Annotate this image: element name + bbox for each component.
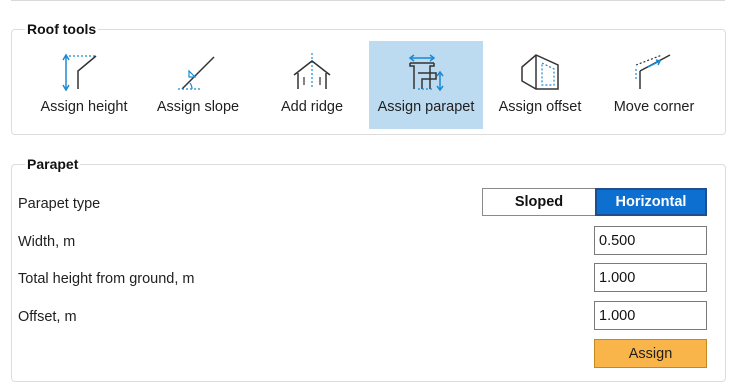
width-label: Width, m xyxy=(18,234,76,250)
offset-input[interactable] xyxy=(594,301,707,330)
assign-slope-tool[interactable]: Assign slope xyxy=(141,41,255,129)
offset-label: Offset, m xyxy=(18,309,77,325)
move-corner-tool[interactable]: Move corner xyxy=(597,41,711,129)
assign-button[interactable]: Assign xyxy=(594,339,707,368)
tool-label: Assign height xyxy=(40,99,128,115)
roof-tools-title: Roof tools xyxy=(25,21,99,37)
tool-label: Assign offset xyxy=(498,99,582,115)
assign-height-tool[interactable]: Assign height xyxy=(27,41,141,129)
horizontal-option-button[interactable]: Horizontal xyxy=(595,188,707,216)
add-ridge-tool[interactable]: Add ridge xyxy=(255,41,369,129)
tool-label: Assign slope xyxy=(156,99,240,115)
roof-tools-group: Roof tools Assign height Assign slope Ad… xyxy=(11,21,726,135)
tool-label: Move corner xyxy=(613,99,695,115)
assign-slope-icon xyxy=(178,56,215,90)
top-divider xyxy=(11,0,725,1)
width-input[interactable] xyxy=(594,226,707,255)
parapet-group: Parapet Parapet type Sloped Horizontal W… xyxy=(11,156,726,382)
total-height-label: Total height from ground, m xyxy=(18,271,195,287)
total-height-input[interactable] xyxy=(594,263,707,292)
assign-parapet-icon xyxy=(408,54,444,92)
assign-offset-tool[interactable]: Assign offset xyxy=(483,41,597,129)
tool-label: Assign parapet xyxy=(377,99,475,115)
move-corner-icon xyxy=(635,54,671,89)
assign-height-icon xyxy=(62,53,97,92)
parapet-type-label: Parapet type xyxy=(18,196,101,212)
add-ridge-icon xyxy=(293,53,331,89)
sloped-option-button[interactable]: Sloped xyxy=(482,188,595,216)
tool-label: Add ridge xyxy=(280,99,344,115)
parapet-title: Parapet xyxy=(25,156,81,172)
assign-offset-icon xyxy=(521,54,559,90)
assign-parapet-tool[interactable]: Assign parapet xyxy=(369,41,483,129)
